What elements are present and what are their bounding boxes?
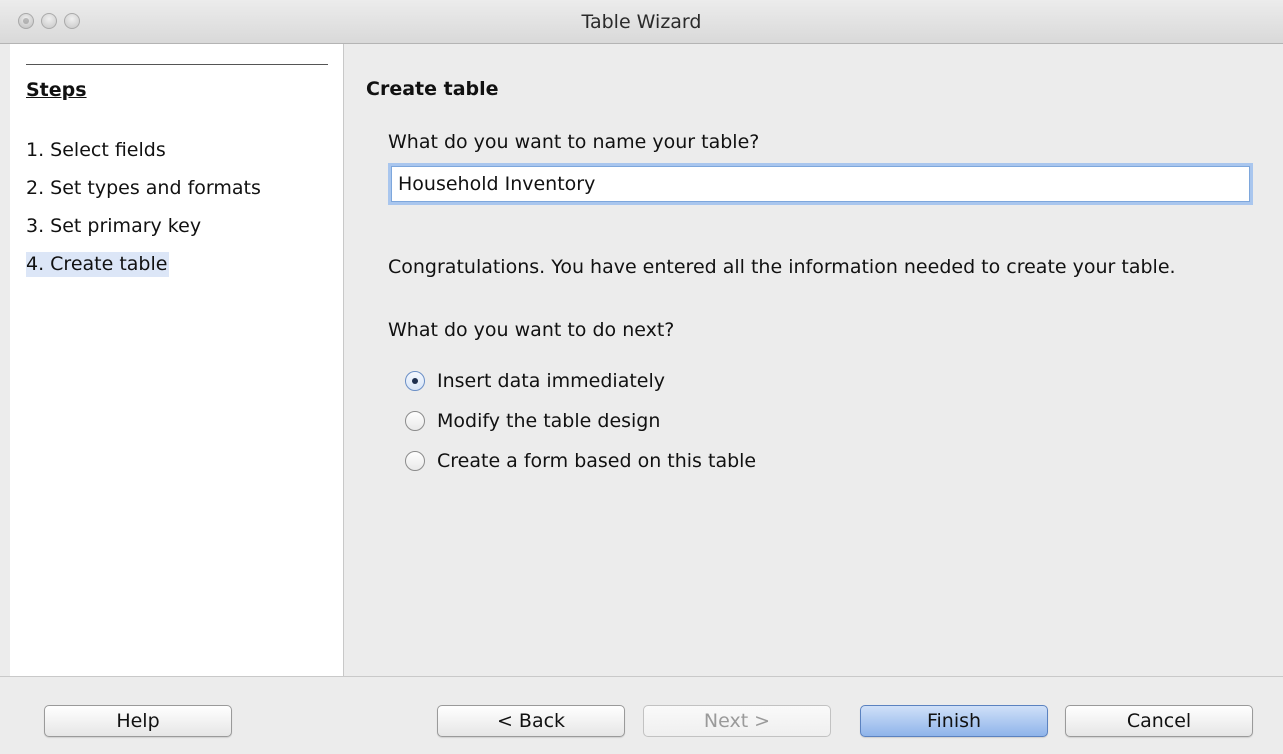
help-button[interactable]: Help bbox=[44, 705, 232, 737]
button-bar: Help < Back Next > Finish Cancel bbox=[0, 676, 1283, 754]
radio-unselected-icon[interactable] bbox=[405, 411, 425, 431]
steps-heading: Steps bbox=[26, 79, 87, 101]
step-select-fields[interactable]: 1. Select fields bbox=[26, 138, 168, 163]
table-name-question: What do you want to name your table? bbox=[388, 131, 760, 153]
step-create-table[interactable]: 4. Create table bbox=[26, 252, 170, 277]
back-button[interactable]: < Back bbox=[437, 705, 625, 737]
steps-divider bbox=[26, 64, 328, 65]
radio-selected-icon[interactable] bbox=[405, 371, 425, 391]
option-modify-table-design[interactable]: Modify the table design bbox=[405, 408, 660, 434]
step-set-types-and-formats[interactable]: 2. Set types and formats bbox=[26, 176, 263, 201]
option-create-form[interactable]: Create a form based on this table bbox=[405, 448, 756, 474]
option-label: Modify the table design bbox=[437, 410, 661, 432]
option-label: Create a form based on this table bbox=[437, 450, 757, 472]
page-title: Create table bbox=[366, 78, 499, 100]
create-table-pane: Create table What do you want to name yo… bbox=[345, 44, 1283, 676]
finish-button[interactable]: Finish bbox=[860, 705, 1048, 737]
table-name-input[interactable] bbox=[391, 166, 1250, 202]
steps-pane: Steps 1. Select fields 2. Set types and … bbox=[10, 44, 344, 676]
option-insert-data-immediately[interactable]: Insert data immediately bbox=[405, 368, 665, 394]
congratulations-text: Congratulations. You have entered all th… bbox=[388, 256, 1176, 278]
radio-unselected-icon[interactable] bbox=[405, 451, 425, 471]
cancel-button[interactable]: Cancel bbox=[1065, 705, 1253, 737]
title-bar[interactable]: Table Wizard bbox=[0, 0, 1283, 44]
option-label: Insert data immediately bbox=[437, 370, 665, 392]
next-step-question: What do you want to do next? bbox=[388, 319, 675, 341]
next-button[interactable]: Next > bbox=[643, 705, 831, 737]
window-title: Table Wizard bbox=[581, 11, 702, 33]
step-set-primary-key[interactable]: 3. Set primary key bbox=[26, 214, 203, 239]
table-wizard-window: Table Wizard Steps 1. Select fields 2. S… bbox=[0, 0, 1283, 754]
